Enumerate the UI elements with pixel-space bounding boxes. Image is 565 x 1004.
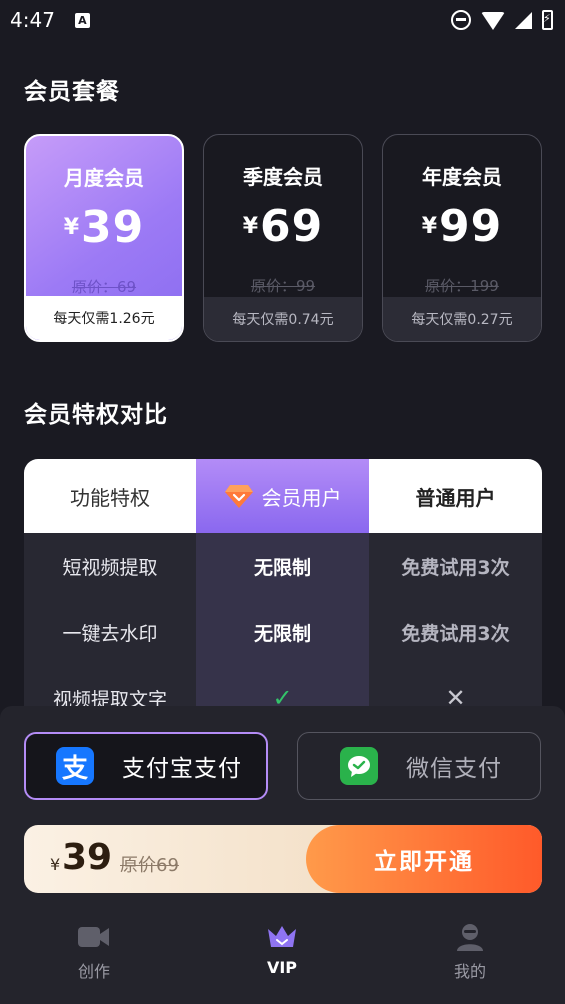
notification-icon: A bbox=[74, 12, 90, 28]
plan-name: 年度会员 bbox=[422, 165, 502, 189]
currency-symbol: ¥ bbox=[242, 214, 259, 239]
wifi-icon bbox=[481, 12, 505, 30]
bottom-panel: 支 支付宝支付 微信支付 ¥ 39 原价69 立即开通 创作 VIP 我的 bbox=[0, 706, 565, 1004]
profile-icon bbox=[453, 922, 487, 952]
vip-cell: 无限制 bbox=[253, 556, 311, 579]
plan-card-yearly[interactable]: 年度会员 ¥99 原价：199 每天仅需0.27元 bbox=[382, 134, 542, 342]
status-time: 4:47 bbox=[10, 8, 55, 32]
do-not-disturb-icon bbox=[451, 10, 471, 30]
tab-create[interactable]: 创作 bbox=[34, 922, 154, 982]
table-row: 短视频提取 无限制 免费试用3次 bbox=[24, 533, 542, 599]
wechat-pay-icon bbox=[340, 747, 378, 785]
plans-section-title: 会员套餐 bbox=[24, 79, 120, 105]
header-normal: 普通用户 bbox=[369, 459, 542, 533]
status-bar: 4:47 A bbox=[0, 0, 565, 40]
currency-symbol: ¥ bbox=[63, 215, 80, 240]
plan-daily-price: 每天仅需0.74元 bbox=[204, 297, 362, 341]
plan-name: 月度会员 bbox=[64, 166, 144, 190]
currency-symbol: ¥ bbox=[421, 214, 438, 239]
plan-original-price: 原价：99 bbox=[250, 277, 316, 295]
battery-charging-icon bbox=[542, 10, 553, 30]
tab-vip[interactable]: VIP bbox=[222, 922, 342, 977]
video-camera-icon bbox=[77, 922, 111, 952]
plan-price: ¥99 bbox=[383, 201, 541, 252]
compare-section-title: 会员特权对比 bbox=[24, 402, 168, 428]
comparison-table: 功能特权 会员用户 普通用户 短视频提取 无限制 免费试用3次 一键去水印 无限… bbox=[24, 459, 542, 709]
normal-cell: 免费试用3次 bbox=[401, 556, 510, 579]
plan-original-price: 原价：69 bbox=[71, 278, 137, 296]
vip-screen: { "status_bar": { "time": "4:47", "notif… bbox=[0, 0, 565, 1004]
feature-cell: 视频提取文字 bbox=[52, 688, 167, 710]
normal-cell: 免费试用3次 bbox=[401, 622, 510, 645]
plan-daily-price: 每天仅需1.26元 bbox=[26, 296, 182, 340]
wechat-pay-label: 微信支付 bbox=[406, 756, 502, 782]
price-value: 69 bbox=[260, 201, 324, 252]
alipay-icon: 支 bbox=[56, 747, 94, 785]
check-icon: ✓ bbox=[272, 684, 293, 709]
price-value: 99 bbox=[439, 201, 503, 252]
price-value: 39 bbox=[81, 202, 145, 253]
purchase-original-price: 原价69 bbox=[120, 855, 179, 876]
table-row: 视频提取文字 ✓ ✕ bbox=[24, 665, 542, 709]
purchase-currency: ¥ bbox=[50, 855, 61, 874]
feature-cell: 短视频提取 bbox=[62, 556, 158, 579]
status-icons bbox=[451, 10, 553, 30]
plan-list: 月度会员 ¥39 原价：69 每天仅需1.26元 季度会员 ¥69 原价：99 … bbox=[24, 134, 542, 342]
header-vip-label: 会员用户 bbox=[261, 485, 342, 510]
tab-label: VIP bbox=[266, 958, 298, 977]
tab-label: 创作 bbox=[77, 962, 110, 981]
tab-label: 我的 bbox=[453, 962, 486, 981]
plan-daily-price: 每天仅需0.27元 bbox=[383, 297, 541, 341]
header-vip: 会员用户 bbox=[196, 459, 369, 533]
plan-price: ¥39 bbox=[26, 202, 182, 253]
alipay-option[interactable]: 支 支付宝支付 bbox=[24, 732, 268, 800]
plan-card-monthly[interactable]: 月度会员 ¥39 原价：69 每天仅需1.26元 bbox=[24, 134, 184, 342]
cross-icon: ✕ bbox=[445, 684, 466, 709]
plan-name: 季度会员 bbox=[243, 165, 323, 189]
activate-now-button[interactable]: 立即开通 bbox=[306, 825, 542, 893]
plan-card-quarterly[interactable]: 季度会员 ¥69 原价：99 每天仅需0.74元 bbox=[203, 134, 363, 342]
signal-icon bbox=[515, 11, 532, 29]
plan-original-price: 原价：199 bbox=[425, 277, 499, 295]
table-row: 一键去水印 无限制 免费试用3次 bbox=[24, 599, 542, 665]
plan-price: ¥69 bbox=[204, 201, 362, 252]
bottom-tab-bar: 创作 VIP 我的 bbox=[0, 914, 565, 1004]
tab-mine[interactable]: 我的 bbox=[410, 922, 530, 982]
alipay-label: 支付宝支付 bbox=[122, 756, 242, 782]
feature-cell: 一键去水印 bbox=[62, 622, 158, 645]
diamond-icon bbox=[224, 483, 254, 509]
header-feature: 功能特权 bbox=[24, 459, 196, 533]
crown-icon bbox=[265, 922, 299, 952]
purchase-price: 39 bbox=[62, 837, 113, 878]
purchase-bar: ¥ 39 原价69 立即开通 bbox=[24, 825, 542, 893]
wechat-pay-option[interactable]: 微信支付 bbox=[297, 732, 541, 800]
vip-cell: 无限制 bbox=[253, 622, 311, 645]
